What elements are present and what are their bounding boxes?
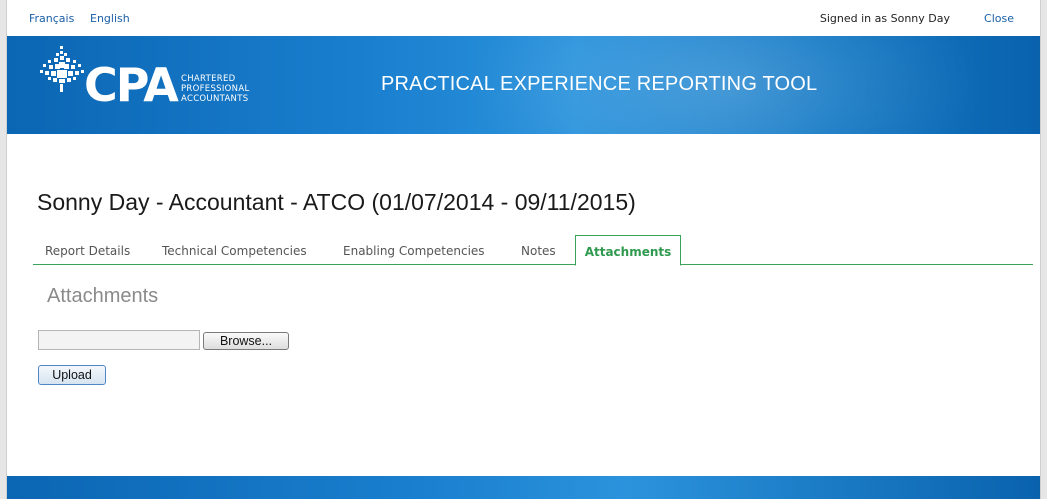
tab-enabling-competencies[interactable]: Enabling Competencies (343, 235, 485, 265)
tab-attachments[interactable]: Attachments (575, 235, 681, 266)
language-link-english[interactable]: English (90, 12, 130, 25)
language-link-french[interactable]: Français (29, 12, 74, 25)
file-path-input[interactable] (38, 330, 200, 350)
logo-subtitle-line: ACCOUNTANTS (181, 94, 249, 104)
header-banner: CPA CHARTERED PROFESSIONAL ACCOUNTANTS P… (7, 36, 1040, 134)
page-frame: Français English Signed in as Sonny Day … (6, 0, 1041, 499)
footer-banner (7, 476, 1040, 499)
cpa-logo-text: CPA (84, 58, 179, 112)
maple-leaf-icon (40, 46, 84, 92)
upload-button[interactable]: Upload (38, 365, 106, 385)
tab-technical-competencies[interactable]: Technical Competencies (162, 235, 307, 265)
app-title: PRACTICAL EXPERIENCE REPORTING TOOL (381, 73, 818, 95)
logo-subtitle-line: CHARTERED (181, 74, 236, 84)
report-tabs: Report Details Technical Competencies En… (33, 235, 1033, 266)
section-title: Attachments (47, 285, 159, 307)
logo-subtitle-line: PROFESSIONAL (181, 84, 250, 94)
signed-in-status: Signed in as Sonny Day (819, 12, 950, 25)
top-utility-bar: Français English Signed in as Sonny Day … (7, 0, 1040, 36)
report-title: Sonny Day - Accountant - ATCO (01/07/201… (37, 189, 636, 215)
cpa-logo-subtitle: CHARTERED PROFESSIONAL ACCOUNTANTS (181, 74, 249, 104)
close-link[interactable]: Close (984, 12, 1014, 25)
browse-button[interactable]: Browse... (203, 332, 289, 350)
tab-notes[interactable]: Notes (521, 235, 556, 265)
tab-report-details[interactable]: Report Details (45, 235, 130, 265)
